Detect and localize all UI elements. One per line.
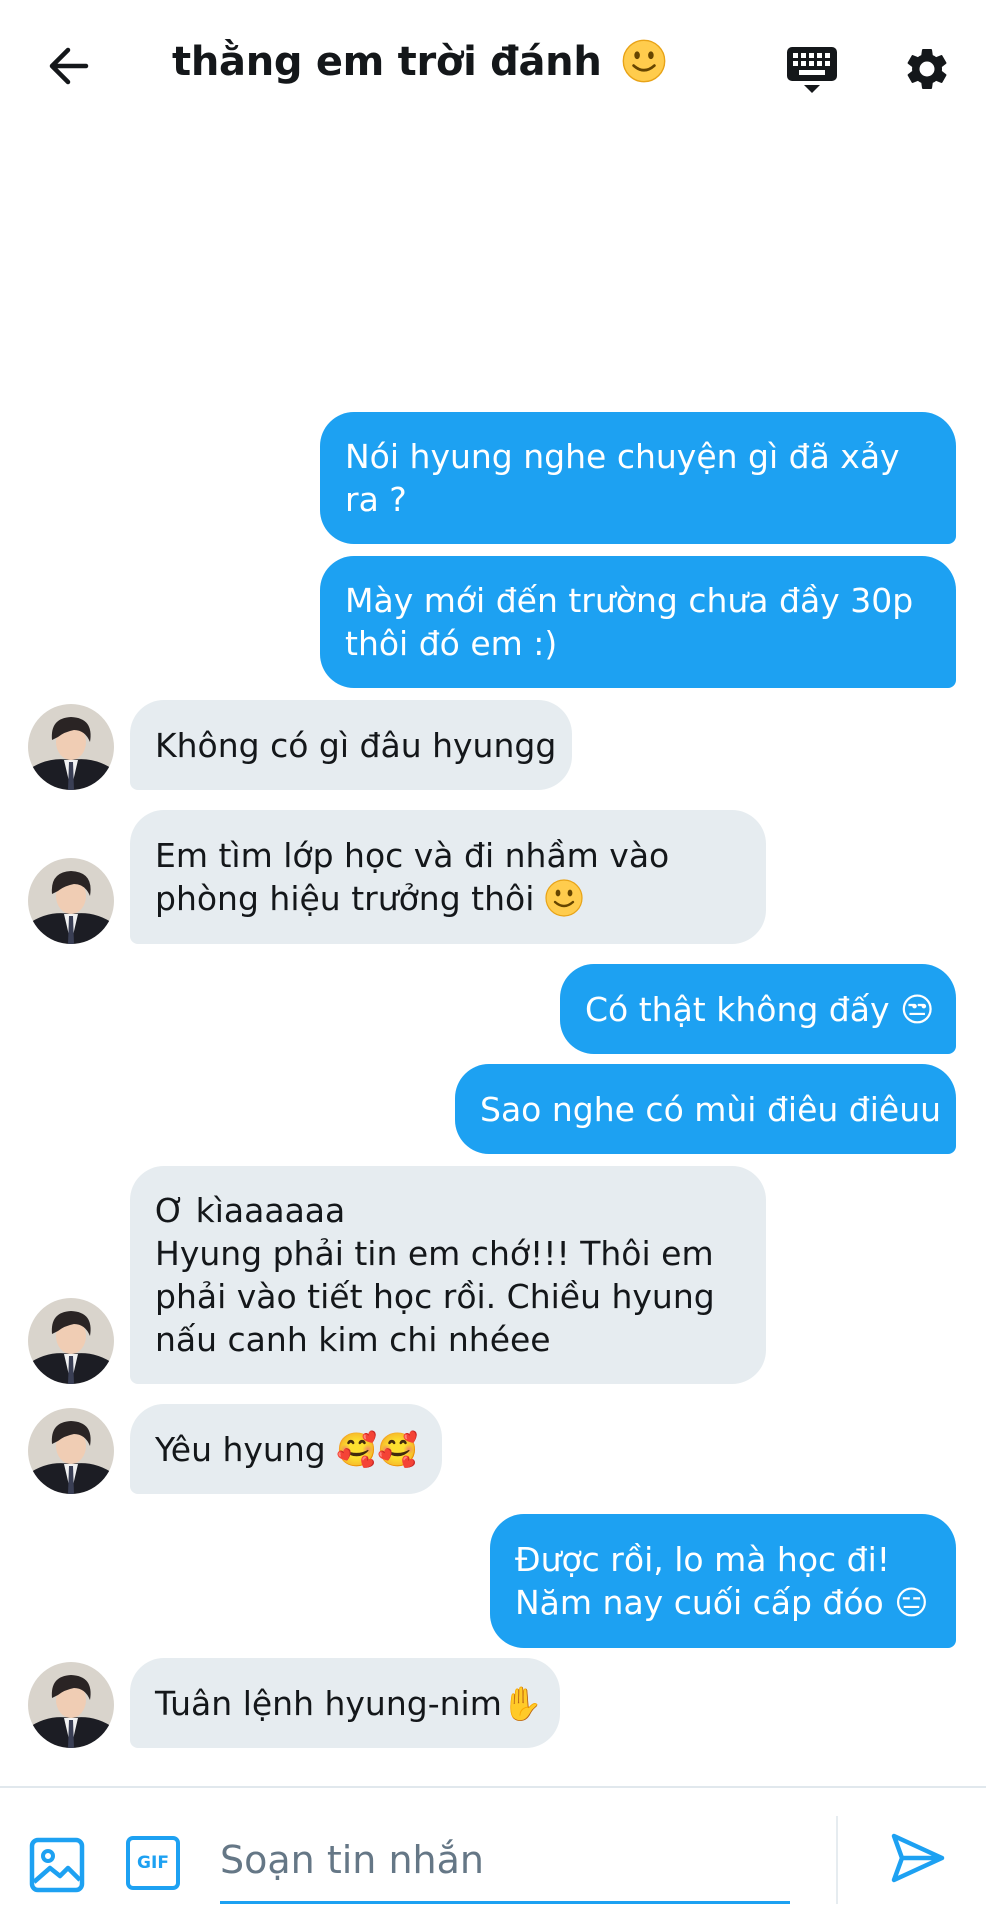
message-line: thôi đó em :): [345, 624, 558, 663]
gear-icon: [907, 48, 947, 89]
message-line: nấu canh kim chi nhéee: [155, 1320, 551, 1359]
received-message-bubble[interactable]: Em tìm lớp học và đi nhầm vào phòng hiệu…: [130, 810, 766, 944]
avatar[interactable]: [28, 1662, 114, 1748]
avatar-photo: [28, 1408, 114, 1494]
sent-message-bubble[interactable]: Có thật không đấy 😒: [560, 964, 956, 1054]
add-gif-button[interactable]: GIF: [126, 1836, 180, 1890]
message-line: Không có gì đâu hyungg: [155, 725, 557, 765]
avatar-photo: [28, 1662, 114, 1748]
message-composer: GIF: [0, 1786, 986, 1920]
conversation-header: thằng em trời đánh: [0, 0, 986, 134]
sent-message-bubble[interactable]: Mày mới đến trường chưa đầy 30p thôi đó …: [320, 556, 956, 688]
send-icon: [891, 1833, 945, 1883]
received-message-bubble[interactable]: Tuân lệnh hyung-nim✋: [130, 1658, 560, 1748]
received-message-bubble[interactable]: Không có gì đâu hyungg: [130, 700, 572, 790]
arrow-left-icon: [49, 47, 89, 85]
message-line: Năm nay cuối cấp đóo 😑: [515, 1583, 929, 1622]
received-message-bubble[interactable]: Ơ kìaaaaaa Hyung phải tin em chớ!!! Thôi…: [130, 1166, 766, 1384]
settings-button[interactable]: [896, 38, 958, 100]
conversation-title-text: thằng em trời đánh: [172, 39, 602, 85]
message-line: Sao nghe có mùi điêu điêuu: [480, 1089, 942, 1129]
send-button[interactable]: [888, 1828, 948, 1888]
slightly-smiling-face-icon: [622, 39, 666, 83]
message-line: Hyung phải tin em chớ!!! Thôi em: [155, 1234, 714, 1273]
received-message-bubble[interactable]: Yêu hyung 🥰🥰: [130, 1404, 442, 1494]
sent-message-bubble[interactable]: Nói hyung nghe chuyện gì đã xảy ra ?: [320, 412, 956, 544]
message-line: phòng hiệu trưởng thôi: [155, 879, 535, 918]
message-input[interactable]: [220, 1818, 790, 1904]
slightly-smiling-face-icon: [545, 879, 583, 917]
avatar-photo: [28, 704, 114, 790]
conversation-title: thằng em trời đánh: [172, 38, 667, 85]
message-line: Nói hyung nghe chuyện gì đã xảy: [345, 437, 900, 476]
avatar[interactable]: [28, 1408, 114, 1494]
message-line: ra ?: [345, 480, 407, 519]
avatar[interactable]: [28, 1298, 114, 1384]
image-icon: [29, 1837, 85, 1893]
composer-divider: [836, 1816, 838, 1904]
avatar-photo: [28, 1298, 114, 1384]
gif-label: GIF: [137, 1853, 169, 1873]
avatar[interactable]: [28, 704, 114, 790]
avatar[interactable]: [28, 858, 114, 944]
avatar-photo: [28, 858, 114, 944]
message-line: Mày mới đến trường chưa đầy 30p: [345, 581, 914, 620]
sent-message-bubble[interactable]: Được rồi, lo mà học đi! Năm nay cuối cấp…: [490, 1514, 956, 1648]
keyboard-icon: [787, 47, 837, 93]
message-line: Yêu hyung 🥰🥰: [155, 1429, 419, 1469]
sent-message-bubble[interactable]: Sao nghe có mùi điêu điêuu: [455, 1064, 956, 1154]
message-line: Em tìm lớp học và đi nhầm vào: [155, 836, 670, 875]
add-image-button[interactable]: [28, 1836, 86, 1894]
message-line: phải vào tiết học rồi. Chiều hyung: [155, 1277, 715, 1316]
back-button[interactable]: [36, 34, 100, 98]
message-line: Tuân lệnh hyung-nim✋: [155, 1683, 543, 1723]
message-line: Được rồi, lo mà học đi!: [515, 1540, 891, 1579]
message-line: Ơ kìaaaaaa: [155, 1191, 346, 1230]
message-line: Có thật không đấy 😒: [585, 989, 935, 1029]
keyboard-button[interactable]: [782, 38, 842, 102]
